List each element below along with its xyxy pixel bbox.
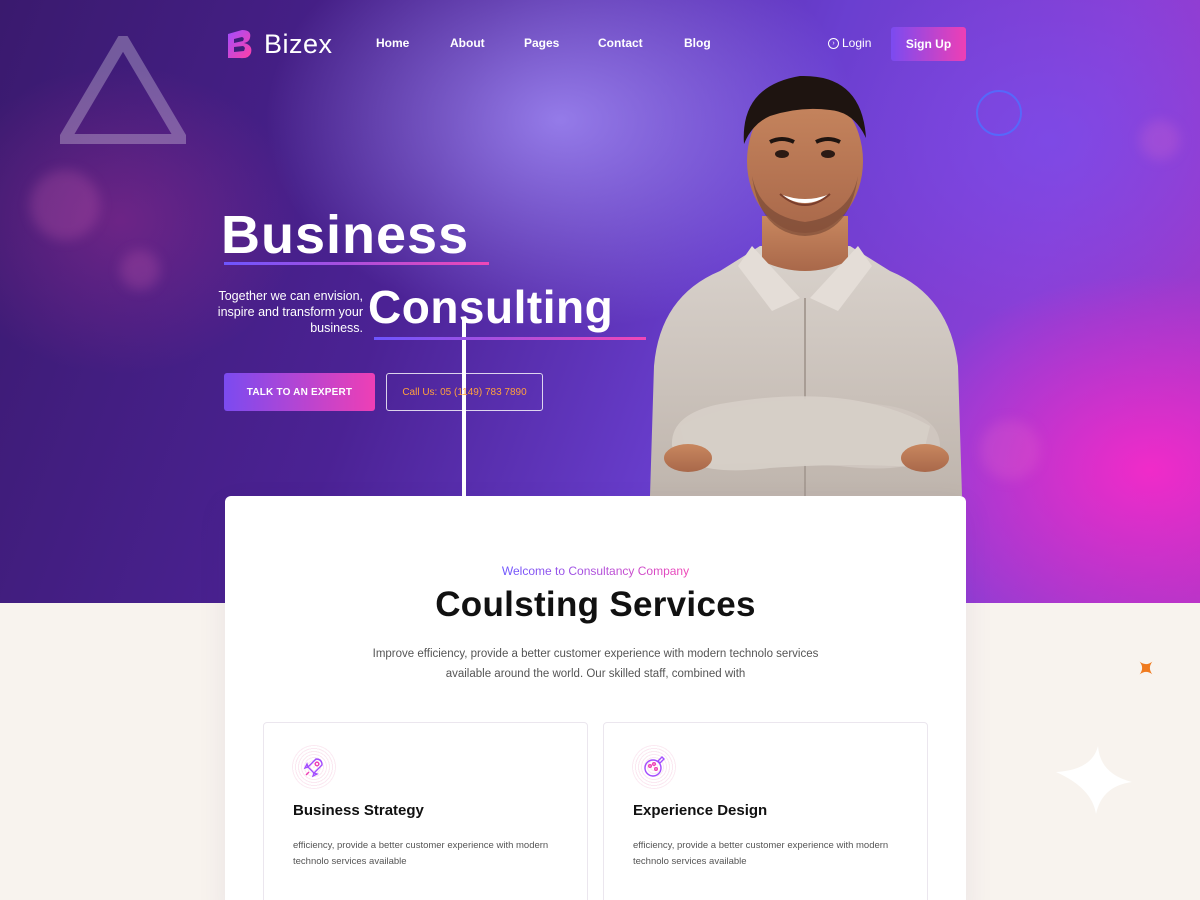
call-us-button[interactable]: Call Us: 05 (1149) 783 7890 bbox=[386, 373, 543, 411]
signup-button[interactable]: Sign Up bbox=[891, 27, 966, 61]
consultant-photo bbox=[650, 75, 962, 496]
hero-title-line2: Consulting bbox=[368, 281, 614, 333]
service-text: efficiency, provide a better customer ex… bbox=[633, 840, 889, 867]
triangle-decoration bbox=[60, 36, 186, 144]
services-card: Welcome to Consultancy Company Coulsting… bbox=[225, 496, 966, 900]
hero-title-line1: Business bbox=[221, 205, 470, 265]
services-eyebrow-text: Welcome to Consultancy Company bbox=[501, 564, 690, 578]
service-title: Business Strategy bbox=[293, 802, 424, 819]
talk-to-expert-button[interactable]: TALK TO AN EXPERT bbox=[224, 373, 375, 411]
login-icon: › bbox=[828, 37, 839, 49]
login-label: Login bbox=[842, 36, 872, 50]
bokeh-decoration bbox=[30, 170, 100, 240]
brand-logo[interactable]: Bizex bbox=[224, 28, 333, 60]
brand-name: Bizex bbox=[264, 28, 333, 59]
service-card-experience-design[interactable]: Experience Design efficiency, provide a … bbox=[603, 722, 928, 900]
rocket-icon bbox=[292, 745, 336, 789]
nav-pages[interactable]: Pages bbox=[524, 36, 598, 50]
service-title: Experience Design bbox=[633, 802, 768, 819]
service-text: efficiency, provide a better customer ex… bbox=[293, 840, 549, 867]
services-description: Improve efficiency, provide a better cus… bbox=[372, 648, 819, 680]
title-underline bbox=[374, 337, 646, 340]
palette-icon bbox=[632, 745, 676, 789]
login-link[interactable]: › Login bbox=[828, 36, 871, 50]
nav-home[interactable]: Home bbox=[376, 36, 450, 50]
services-eyebrow: Welcome to Consultancy Company bbox=[225, 564, 966, 578]
bokeh-decoration bbox=[1140, 120, 1180, 160]
main-nav: Home About Pages Contact Blog bbox=[376, 36, 711, 50]
logo-icon bbox=[228, 30, 252, 59]
service-card-business-strategy[interactable]: Business Strategy efficiency, provide a … bbox=[263, 722, 588, 900]
ring-decoration bbox=[976, 90, 1022, 136]
nav-contact[interactable]: Contact bbox=[598, 36, 684, 50]
star-decoration bbox=[1139, 661, 1153, 675]
nav-blog[interactable]: Blog bbox=[684, 36, 711, 50]
hero-subtitle: Together we can envision, inspire and tr… bbox=[217, 289, 363, 335]
bokeh-decoration bbox=[980, 420, 1040, 480]
bokeh-decoration bbox=[120, 250, 160, 290]
services-title: Coulsting Services bbox=[435, 585, 756, 624]
title-underline bbox=[224, 262, 489, 265]
sparkle-decoration bbox=[1056, 746, 1132, 814]
nav-about[interactable]: About bbox=[450, 36, 524, 50]
